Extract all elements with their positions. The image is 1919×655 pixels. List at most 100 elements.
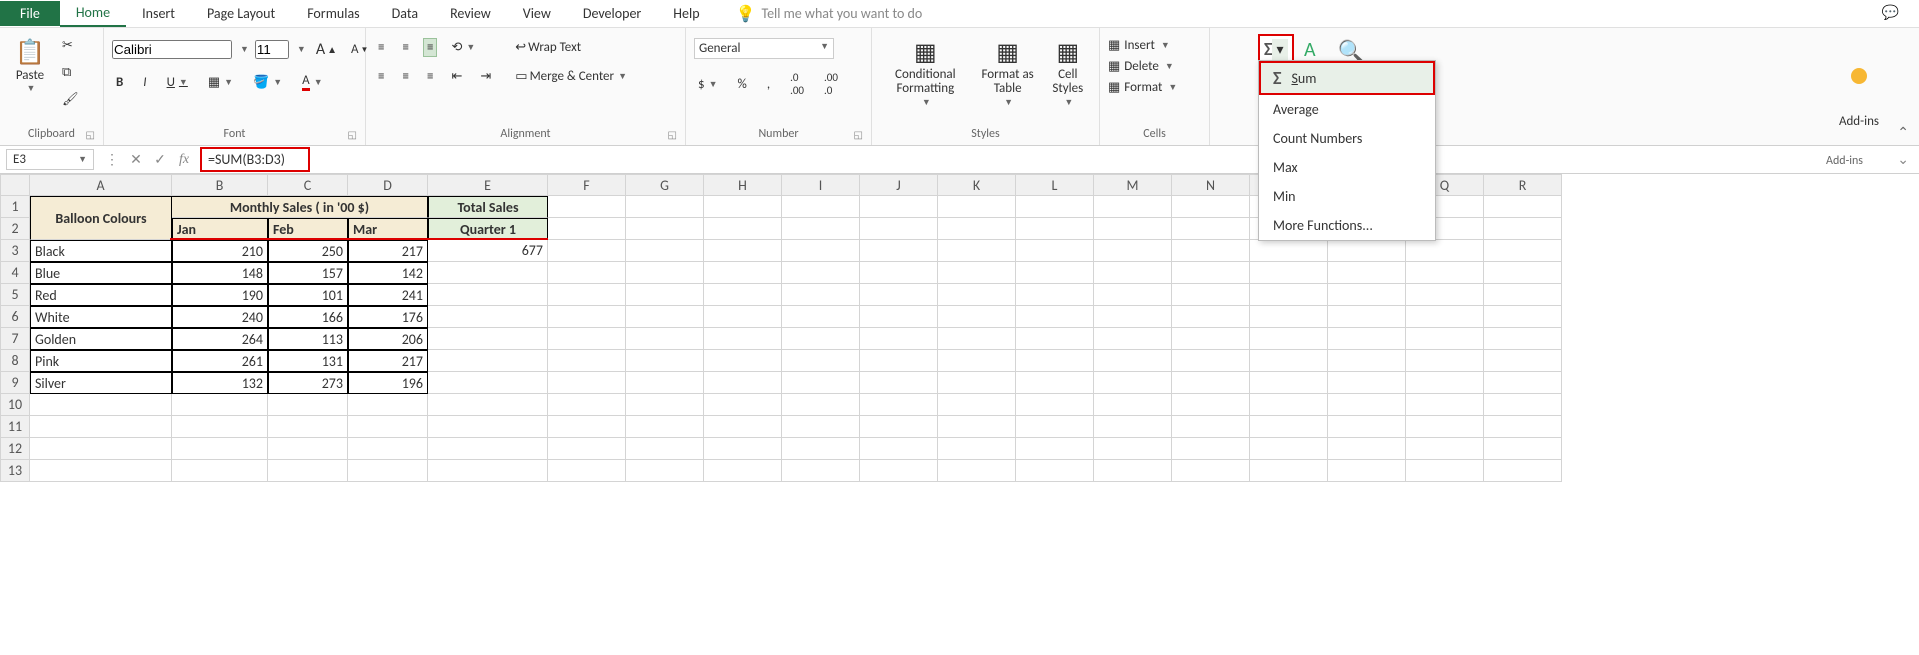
cell-mar-5[interactable]: 217 — [348, 350, 428, 372]
dropdown-item-average[interactable]: Average — [1259, 95, 1435, 124]
tab-view[interactable]: View — [507, 1, 567, 26]
cell[interactable] — [1250, 240, 1328, 262]
cell[interactable] — [626, 262, 704, 284]
cell-jan-1[interactable]: 148 — [172, 262, 268, 284]
cell[interactable] — [704, 328, 782, 350]
header-mar[interactable]: Mar — [348, 218, 428, 240]
header-feb[interactable]: Feb — [268, 218, 348, 240]
cell[interactable] — [1328, 284, 1406, 306]
cell[interactable] — [172, 394, 268, 416]
header-jan[interactable]: Jan — [172, 218, 268, 240]
font-size-selector[interactable] — [255, 40, 289, 59]
cell-total-0[interactable]: 677 — [428, 240, 548, 262]
cell[interactable] — [1406, 438, 1484, 460]
column-header-K[interactable]: K — [938, 174, 1016, 196]
cell[interactable] — [1016, 284, 1094, 306]
cell[interactable] — [1172, 196, 1250, 218]
cell-feb-4[interactable]: 113 — [268, 328, 348, 350]
cell[interactable] — [938, 218, 1016, 240]
cell-mar-2[interactable]: 241 — [348, 284, 428, 306]
cell[interactable] — [30, 416, 172, 438]
cell[interactable] — [1172, 328, 1250, 350]
chevron-down-icon[interactable]: ▼ — [297, 44, 306, 55]
cancel-formula-button[interactable]: ✕ — [124, 151, 148, 168]
cell[interactable] — [1172, 262, 1250, 284]
cell-feb-3[interactable]: 166 — [268, 306, 348, 328]
cell[interactable] — [548, 306, 626, 328]
format-cells-button[interactable]: ▦ Format ▼ — [1108, 78, 1177, 97]
accounting-format-button[interactable]: $▼ — [694, 75, 722, 94]
cell[interactable] — [626, 416, 704, 438]
cell[interactable] — [782, 262, 860, 284]
align-center-button[interactable]: ≡ — [398, 67, 412, 86]
column-header-A[interactable]: A — [30, 174, 172, 196]
collapse-ribbon-button[interactable]: ⌃ — [1897, 124, 1909, 141]
cell[interactable] — [1094, 416, 1172, 438]
dialog-launcher-icon[interactable]: ◱ — [668, 128, 677, 141]
cell[interactable] — [1172, 284, 1250, 306]
cell[interactable] — [1094, 328, 1172, 350]
cell[interactable] — [782, 438, 860, 460]
fill-color-button[interactable]: 🪣▼ — [249, 73, 286, 92]
cell[interactable] — [1250, 416, 1328, 438]
orientation-button[interactable]: ⟲▼ — [447, 38, 479, 57]
cell[interactable] — [626, 284, 704, 306]
cell[interactable] — [1016, 350, 1094, 372]
cell[interactable] — [1250, 262, 1328, 284]
cell-mar-4[interactable]: 206 — [348, 328, 428, 350]
cell[interactable] — [704, 460, 782, 482]
cell[interactable] — [1406, 350, 1484, 372]
cell[interactable] — [1094, 438, 1172, 460]
column-header-N[interactable]: N — [1172, 174, 1250, 196]
column-header-H[interactable]: H — [704, 174, 782, 196]
cell[interactable] — [704, 196, 782, 218]
cell[interactable] — [626, 394, 704, 416]
dropdown-item-count[interactable]: Count Numbers — [1259, 124, 1435, 153]
cell-name-3[interactable]: White — [30, 306, 172, 328]
header-balloon-colours[interactable]: Balloon Colours — [30, 196, 172, 240]
column-header-J[interactable]: J — [860, 174, 938, 196]
cell[interactable] — [1484, 306, 1562, 328]
bold-button[interactable]: B — [112, 73, 127, 92]
cell[interactable] — [1406, 394, 1484, 416]
increase-decimal-button[interactable]: .0.00 — [786, 69, 808, 99]
cell[interactable] — [1094, 262, 1172, 284]
cell[interactable] — [548, 350, 626, 372]
dialog-launcher-icon[interactable]: ◱ — [854, 128, 863, 141]
cell[interactable] — [1484, 218, 1562, 240]
cell[interactable] — [782, 196, 860, 218]
cell-feb-5[interactable]: 131 — [268, 350, 348, 372]
cell[interactable] — [1094, 394, 1172, 416]
tell-me-search[interactable]: 💡 Tell me what you want to do — [736, 4, 923, 24]
cell[interactable] — [1406, 240, 1484, 262]
cell[interactable] — [860, 196, 938, 218]
cell[interactable] — [1406, 328, 1484, 350]
cell[interactable] — [1172, 240, 1250, 262]
row-header-6[interactable]: 6 — [0, 306, 30, 328]
column-header-M[interactable]: M — [1094, 174, 1172, 196]
cell[interactable] — [938, 372, 1016, 394]
cell[interactable] — [704, 438, 782, 460]
tab-data[interactable]: Data — [376, 1, 434, 26]
row-header-7[interactable]: 7 — [0, 328, 30, 350]
cell[interactable] — [782, 372, 860, 394]
cell-jan-5[interactable]: 261 — [172, 350, 268, 372]
cell[interactable] — [626, 350, 704, 372]
cell[interactable] — [860, 262, 938, 284]
cell-jan-3[interactable]: 240 — [172, 306, 268, 328]
cell[interactable] — [704, 306, 782, 328]
cell[interactable] — [1016, 460, 1094, 482]
format-as-table-button[interactable]: ▦ Format as Table▼ — [975, 32, 1041, 112]
cell-jan-4[interactable]: 264 — [172, 328, 268, 350]
cell[interactable] — [172, 460, 268, 482]
cell[interactable] — [860, 328, 938, 350]
cell[interactable] — [782, 416, 860, 438]
cell[interactable] — [1250, 328, 1328, 350]
cell[interactable] — [782, 350, 860, 372]
font-color-button[interactable]: A▼ — [298, 71, 326, 93]
row-header-9[interactable]: 9 — [0, 372, 30, 394]
cell[interactable] — [704, 394, 782, 416]
cell[interactable] — [626, 240, 704, 262]
cell[interactable] — [428, 460, 548, 482]
cell[interactable] — [1328, 394, 1406, 416]
